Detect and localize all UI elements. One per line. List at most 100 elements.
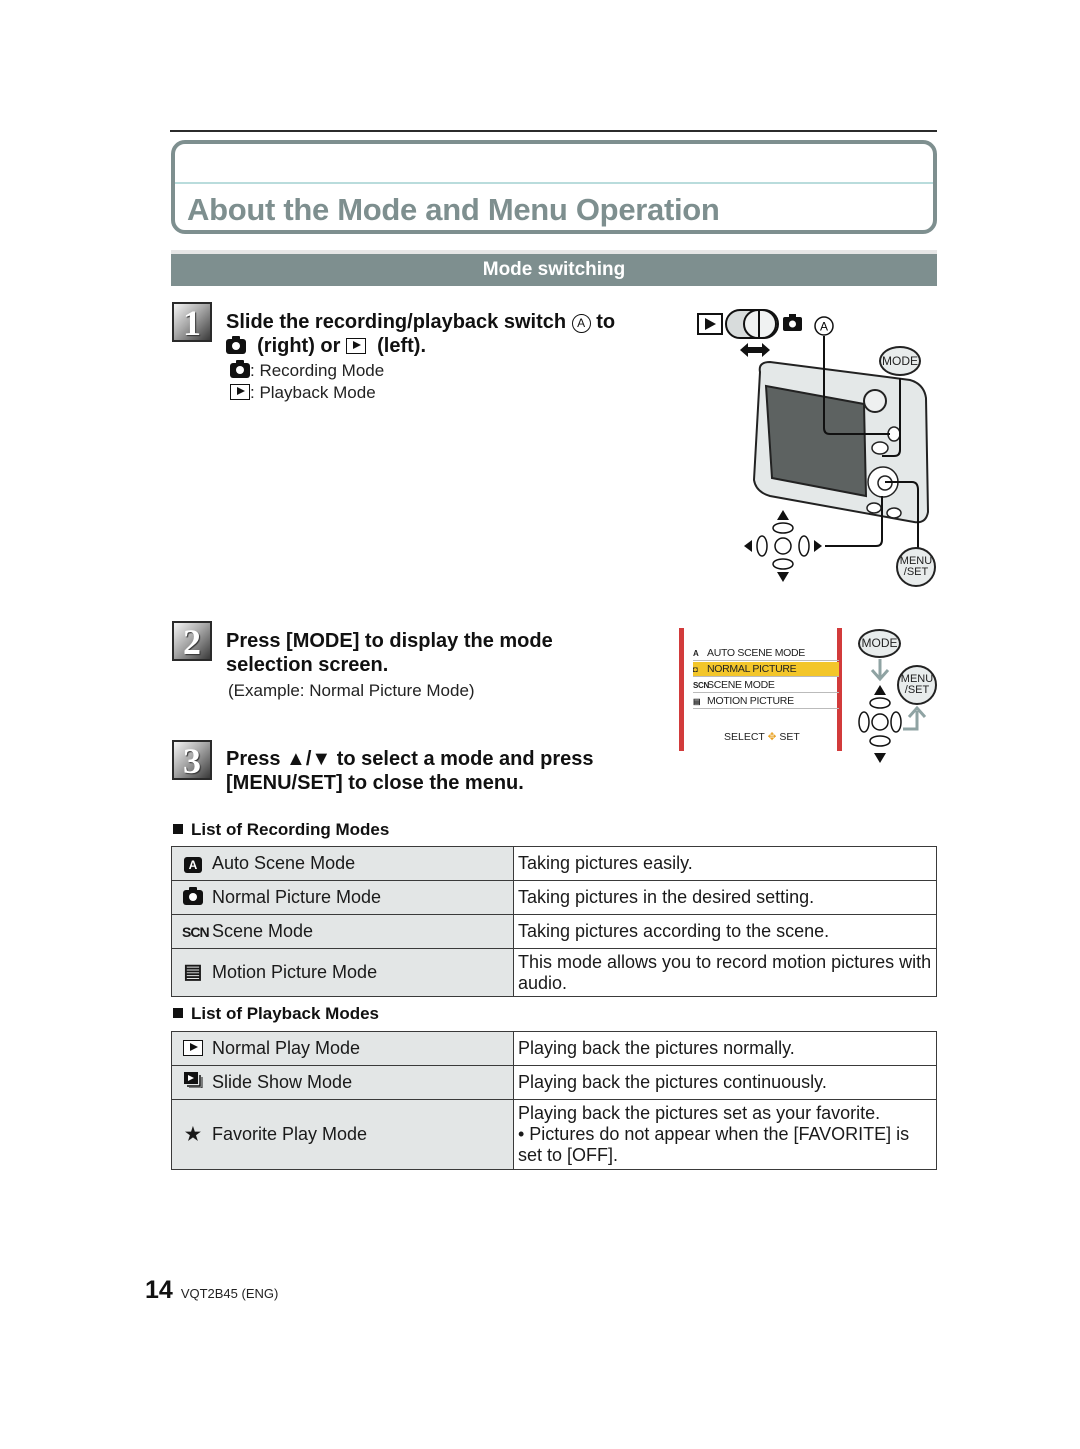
mode-description: Taking pictures according to the scene.	[513, 914, 937, 949]
mode-button-on-camera	[871, 441, 889, 455]
top-rule	[170, 130, 937, 132]
slide-arrow-icon	[740, 343, 770, 357]
screen-footer: SELECT ✥ SET	[724, 731, 800, 743]
note-playback-text: : Playback Mode	[250, 383, 376, 402]
mode-name: Scene Mode	[212, 920, 314, 941]
left-arrow-icon	[744, 540, 752, 552]
playback-modes-heading-text: List of Playback Modes	[191, 1004, 379, 1023]
screen-item-normal-picture: ◘ NORMAL PICTURE	[693, 662, 839, 677]
title-box: About the Mode and Menu Operation	[171, 140, 937, 234]
mode-name: Normal Play Mode	[212, 1037, 361, 1058]
screen-item-label: MOTION PICTURE	[707, 695, 794, 707]
table-row: Normal Play Mode Playing back the pictur…	[171, 1031, 937, 1066]
down-arrow-icon	[777, 572, 789, 582]
footer-select: SELECT	[724, 731, 765, 743]
mode-name-cell: Normal Play Mode	[171, 1031, 514, 1066]
cursor-icon: ✥	[767, 731, 777, 743]
star-icon: ★	[184, 1124, 202, 1144]
mode-description: This mode allows you to record motion pi…	[513, 948, 937, 997]
table-row: Slide Show Mode Playing back the picture…	[171, 1065, 937, 1100]
recording-modes-heading-text: List of Recording Modes	[191, 820, 390, 839]
mode-name-cell: ★ Favorite Play Mode	[171, 1099, 514, 1170]
mode-description: Taking pictures easily.	[513, 846, 937, 881]
mode-name-cell: Slide Show Mode	[171, 1065, 514, 1100]
menu-set-button-label: MENU /SET	[896, 547, 936, 587]
step-3-heading-line1: Press ▲/▼ to select a mode and press	[226, 748, 594, 770]
mode-button-label-2: MODE	[858, 629, 901, 658]
screen-item-motion-picture: ▤ MOTION PICTURE	[693, 694, 839, 709]
camera-icon	[226, 336, 246, 354]
table-row: A Auto Scene Mode Taking pictures easily.	[171, 846, 937, 881]
mode-name-cell: Normal Picture Mode	[171, 880, 514, 915]
footer-set: SET	[779, 731, 800, 743]
auto-scene-icon: A	[182, 854, 204, 875]
step-3-heading-line2: [MENU/SET] to close the menu.	[226, 772, 524, 794]
bullet-square-icon	[173, 824, 183, 834]
playback-modes-table: Normal Play Mode Playing back the pictur…	[171, 1031, 937, 1170]
page-title: About the Mode and Menu Operation	[187, 192, 720, 227]
doc-code: VQT2B45 (ENG)	[180, 1286, 279, 1301]
right-arrow-icon	[814, 540, 822, 552]
set-label: /SET	[903, 566, 929, 578]
step-2-heading-line1: Press [MODE] to display the mode	[226, 630, 553, 652]
mode-name: Slide Show Mode	[212, 1072, 353, 1092]
mode-description-note: • Pictures do not appear when the [FAVOR…	[518, 1124, 910, 1165]
marker-a-label: A	[820, 320, 828, 334]
mode-name: Favorite Play Mode	[212, 1124, 368, 1144]
camera-lcd	[764, 384, 868, 498]
recording-modes-table: A Auto Scene Mode Taking pictures easily.…	[171, 846, 937, 997]
table-row: ▤ Motion Picture Mode This mode allows yo…	[171, 948, 937, 997]
mode-description: Taking pictures in the desired setting.	[513, 880, 937, 915]
up-arrow-icon	[874, 685, 886, 695]
step-1-heading-text: Slide the recording/playback switch	[226, 311, 567, 333]
page-footer: 14 VQT2B45 (ENG)	[145, 1276, 278, 1305]
mode-name-cell: ▤ Motion Picture Mode	[171, 948, 514, 997]
step-2-note: (Example: Normal Picture Mode)	[228, 681, 475, 700]
slideshow-icon	[182, 1071, 204, 1094]
table-row: ★ Favorite Play Mode Playing back the pic…	[171, 1099, 937, 1170]
down-arrow-icon	[874, 753, 886, 763]
note-recording-text: : Recording Mode	[250, 361, 385, 380]
play-icon	[230, 384, 250, 400]
table-row: SCN Scene Mode Taking pictures according …	[171, 914, 937, 949]
step-1-heading-left: (left).	[377, 335, 427, 357]
step-2-heading-line2: selection screen.	[226, 654, 389, 676]
cursor-buttons-diagram	[744, 510, 822, 582]
step-1-heading-to: to	[596, 311, 616, 333]
mode-button-label: MODE	[879, 346, 921, 376]
switch-diagram: A	[697, 309, 834, 357]
film-icon: ▤	[693, 697, 701, 706]
mode-description-text: Playing back the pictures set as your fa…	[518, 1103, 881, 1123]
screen-item-label: SCENE MODE	[707, 679, 775, 691]
step-number-3: 3	[172, 740, 212, 780]
mode-name-cell: SCN Scene Mode	[171, 914, 514, 949]
up-arrow-icon	[777, 510, 789, 520]
screen-item-scene-mode: SCNSCENE MODE	[693, 678, 839, 693]
screen-item-label: AUTO SCENE MODE	[707, 647, 805, 659]
camera-figure: A	[697, 309, 930, 582]
camera-icon	[230, 360, 250, 378]
note-recording: : Recording Mode	[230, 360, 384, 382]
screen-item-label: NORMAL PICTURE	[707, 663, 797, 675]
camera-icon	[182, 886, 204, 909]
play-icon	[182, 1039, 204, 1060]
mode-name: Auto Scene Mode	[212, 852, 356, 873]
marker-a-icon: A	[571, 314, 591, 333]
step-1-notes: : Recording Mode : Playback Mode	[230, 360, 384, 404]
auto-scene-icon: A	[693, 649, 699, 658]
table-row: Normal Picture Mode Taking pictures in t…	[171, 880, 937, 915]
mode-description: Playing back the pictures continuously.	[513, 1065, 937, 1100]
button-sequence-diagram	[858, 659, 927, 763]
mode-description: Playing back the pictures normally.	[513, 1031, 937, 1066]
page-number: 14	[145, 1276, 173, 1304]
title-divider	[175, 182, 933, 184]
scn-icon: SCN	[182, 923, 210, 940]
play-icon	[346, 338, 366, 354]
scn-icon: SCN	[693, 681, 709, 690]
step-number-2: 2	[172, 621, 212, 661]
film-icon: ▤	[183, 961, 203, 983]
mode-name-cell: A Auto Scene Mode	[171, 846, 514, 881]
mode-selection-screen: A AUTO SCENE MODE ◘ NORMAL PICTURE SCNSCEN…	[679, 628, 842, 751]
playback-modes-heading: List of Playback Modes	[173, 1004, 379, 1024]
note-playback: : Playback Mode	[230, 382, 384, 404]
